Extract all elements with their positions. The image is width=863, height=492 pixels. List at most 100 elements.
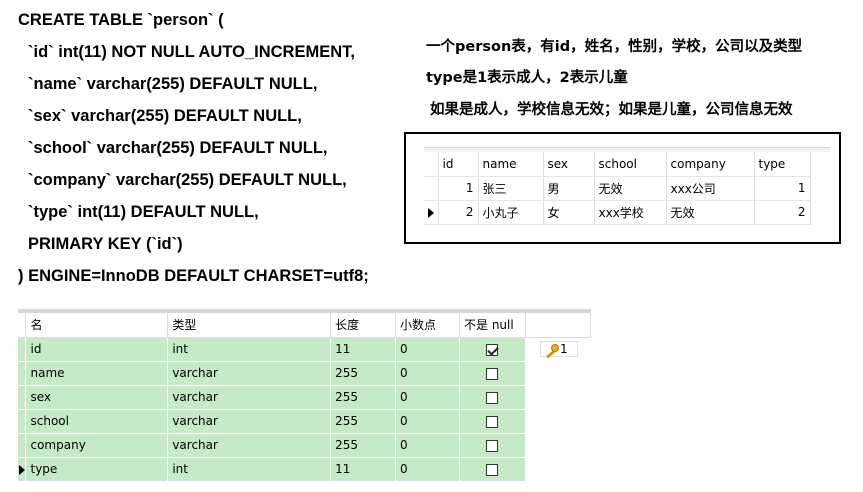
grid-header-sex[interactable]: sex	[543, 152, 595, 177]
design-header-key	[525, 313, 592, 338]
description-line-3: 如果是成人，学校信息无效；如果是儿童，公司信息无效	[430, 102, 793, 118]
row-indicator	[18, 361, 27, 386]
sql-line: `school` varchar(255) DEFAULT NULL,	[28, 139, 328, 157]
not-null-checkbox[interactable]	[486, 439, 499, 452]
field-decimals[interactable]: 0	[395, 385, 460, 410]
field-length[interactable]: 11	[330, 457, 397, 482]
field-decimals[interactable]: 0	[395, 409, 460, 434]
cell-name[interactable]: 张三	[478, 176, 544, 201]
field-not-null[interactable]	[459, 385, 526, 410]
sql-line: PRIMARY KEY (`id`)	[28, 235, 183, 253]
row-indicator	[18, 409, 27, 434]
key-order: 1	[559, 342, 568, 356]
field-not-null[interactable]	[459, 457, 526, 482]
cell-school[interactable]: 无效	[594, 176, 667, 201]
field-not-null[interactable]	[459, 337, 526, 362]
grid-header-name[interactable]: name	[478, 152, 544, 177]
field-design-table: 名 类型 长度 小数点 不是 null id int 11 0 1 name v…	[18, 313, 592, 482]
data-grid-panel: id name sex school company type 1 张三 男 无…	[404, 132, 841, 244]
table-row[interactable]: 1 张三 男 无效 xxx公司 1	[424, 176, 811, 201]
design-header-name[interactable]: 名	[25, 313, 169, 338]
field-key	[525, 385, 592, 410]
not-null-checkbox[interactable]	[486, 463, 499, 476]
cell-id[interactable]: 1	[438, 176, 479, 201]
grid-header-company[interactable]: company	[666, 152, 755, 177]
field-decimals[interactable]: 0	[395, 361, 460, 386]
cell-sex[interactable]: 女	[543, 200, 595, 225]
field-type[interactable]: varchar	[167, 409, 332, 434]
description-line-2: type是1表示成人，2表示儿童	[426, 70, 628, 86]
cell-school[interactable]: xxx学校	[594, 200, 667, 225]
row-indicator	[18, 433, 27, 458]
field-length[interactable]: 255	[330, 433, 397, 458]
field-row[interactable]: sex varchar 255 0	[18, 385, 592, 410]
field-row[interactable]: company varchar 255 0	[18, 433, 592, 458]
field-name[interactable]: type	[25, 457, 169, 482]
field-decimals[interactable]: 0	[395, 337, 460, 362]
sql-line: `id` int(11) NOT NULL AUTO_INCREMENT,	[28, 43, 355, 61]
design-header-not-null[interactable]: 不是 null	[459, 313, 526, 338]
data-grid: id name sex school company type 1 张三 男 无…	[424, 152, 811, 225]
field-length[interactable]: 255	[330, 361, 397, 386]
field-name[interactable]: company	[25, 433, 169, 458]
field-name[interactable]: school	[25, 409, 169, 434]
row-indicator	[18, 385, 27, 410]
field-not-null[interactable]	[459, 433, 526, 458]
cell-id[interactable]: 2	[438, 200, 479, 225]
field-decimals[interactable]: 0	[395, 457, 460, 482]
field-length[interactable]: 255	[330, 385, 397, 410]
field-name[interactable]: name	[25, 361, 169, 386]
sql-line: `type` int(11) DEFAULT NULL,	[28, 203, 259, 221]
cell-type[interactable]: 1	[754, 176, 811, 201]
field-decimals[interactable]: 0	[395, 433, 460, 458]
grid-header-id[interactable]: id	[438, 152, 479, 177]
row-indicator	[424, 200, 439, 225]
field-type[interactable]: varchar	[167, 361, 332, 386]
not-null-checkbox-checked[interactable]	[486, 343, 499, 356]
sql-line: ) ENGINE=InnoDB DEFAULT CHARSET=utf8;	[18, 267, 369, 285]
field-length[interactable]: 255	[330, 409, 397, 434]
field-row[interactable]: name varchar 255 0	[18, 361, 592, 386]
design-header-length[interactable]: 长度	[330, 313, 397, 338]
design-header-decimals[interactable]: 小数点	[395, 313, 460, 338]
not-null-checkbox[interactable]	[486, 391, 499, 404]
field-type[interactable]: int	[167, 337, 332, 362]
field-not-null[interactable]	[459, 361, 526, 386]
field-name[interactable]: sex	[25, 385, 169, 410]
sql-line: `company` varchar(255) DEFAULT NULL,	[28, 171, 347, 189]
grid-header-type[interactable]: type	[754, 152, 811, 177]
current-row-arrow-icon	[19, 464, 25, 475]
cell-type[interactable]: 2	[754, 200, 811, 225]
cell-company[interactable]: 无效	[666, 200, 755, 225]
description-line-1: 一个person表，有id，姓名，性别，学校，公司以及类型	[426, 39, 803, 55]
field-row[interactable]: id int 11 0 1	[18, 337, 592, 362]
grid-header-school[interactable]: school	[594, 152, 667, 177]
design-header-type[interactable]: 类型	[167, 313, 332, 338]
design-header-row: 名 类型 长度 小数点 不是 null	[18, 313, 592, 338]
field-type[interactable]: varchar	[167, 433, 332, 458]
current-row-arrow-icon	[428, 207, 434, 218]
row-indicator	[424, 176, 439, 201]
sql-line: `name` varchar(255) DEFAULT NULL,	[28, 75, 318, 93]
field-row[interactable]: type int 11 0	[18, 457, 592, 482]
not-null-checkbox[interactable]	[486, 415, 499, 428]
field-type[interactable]: varchar	[167, 385, 332, 410]
cell-name[interactable]: 小丸子	[478, 200, 544, 225]
field-key	[525, 361, 592, 386]
field-type[interactable]: int	[167, 457, 332, 482]
field-row[interactable]: school varchar 255 0	[18, 409, 592, 434]
row-indicator	[18, 337, 27, 362]
cell-company[interactable]: xxx公司	[666, 176, 755, 201]
field-length[interactable]: 11	[330, 337, 397, 362]
sql-line: `sex` varchar(255) DEFAULT NULL,	[28, 107, 302, 125]
field-not-null[interactable]	[459, 409, 526, 434]
row-indicator-header	[18, 313, 27, 338]
field-key	[525, 409, 592, 434]
field-key	[525, 433, 592, 458]
not-null-checkbox[interactable]	[486, 367, 499, 380]
table-row[interactable]: 2 小丸子 女 xxx学校 无效 2	[424, 200, 811, 225]
row-indicator	[18, 457, 27, 482]
cell-sex[interactable]: 男	[543, 176, 595, 201]
field-name[interactable]: id	[25, 337, 169, 362]
field-key: 1	[525, 337, 592, 362]
